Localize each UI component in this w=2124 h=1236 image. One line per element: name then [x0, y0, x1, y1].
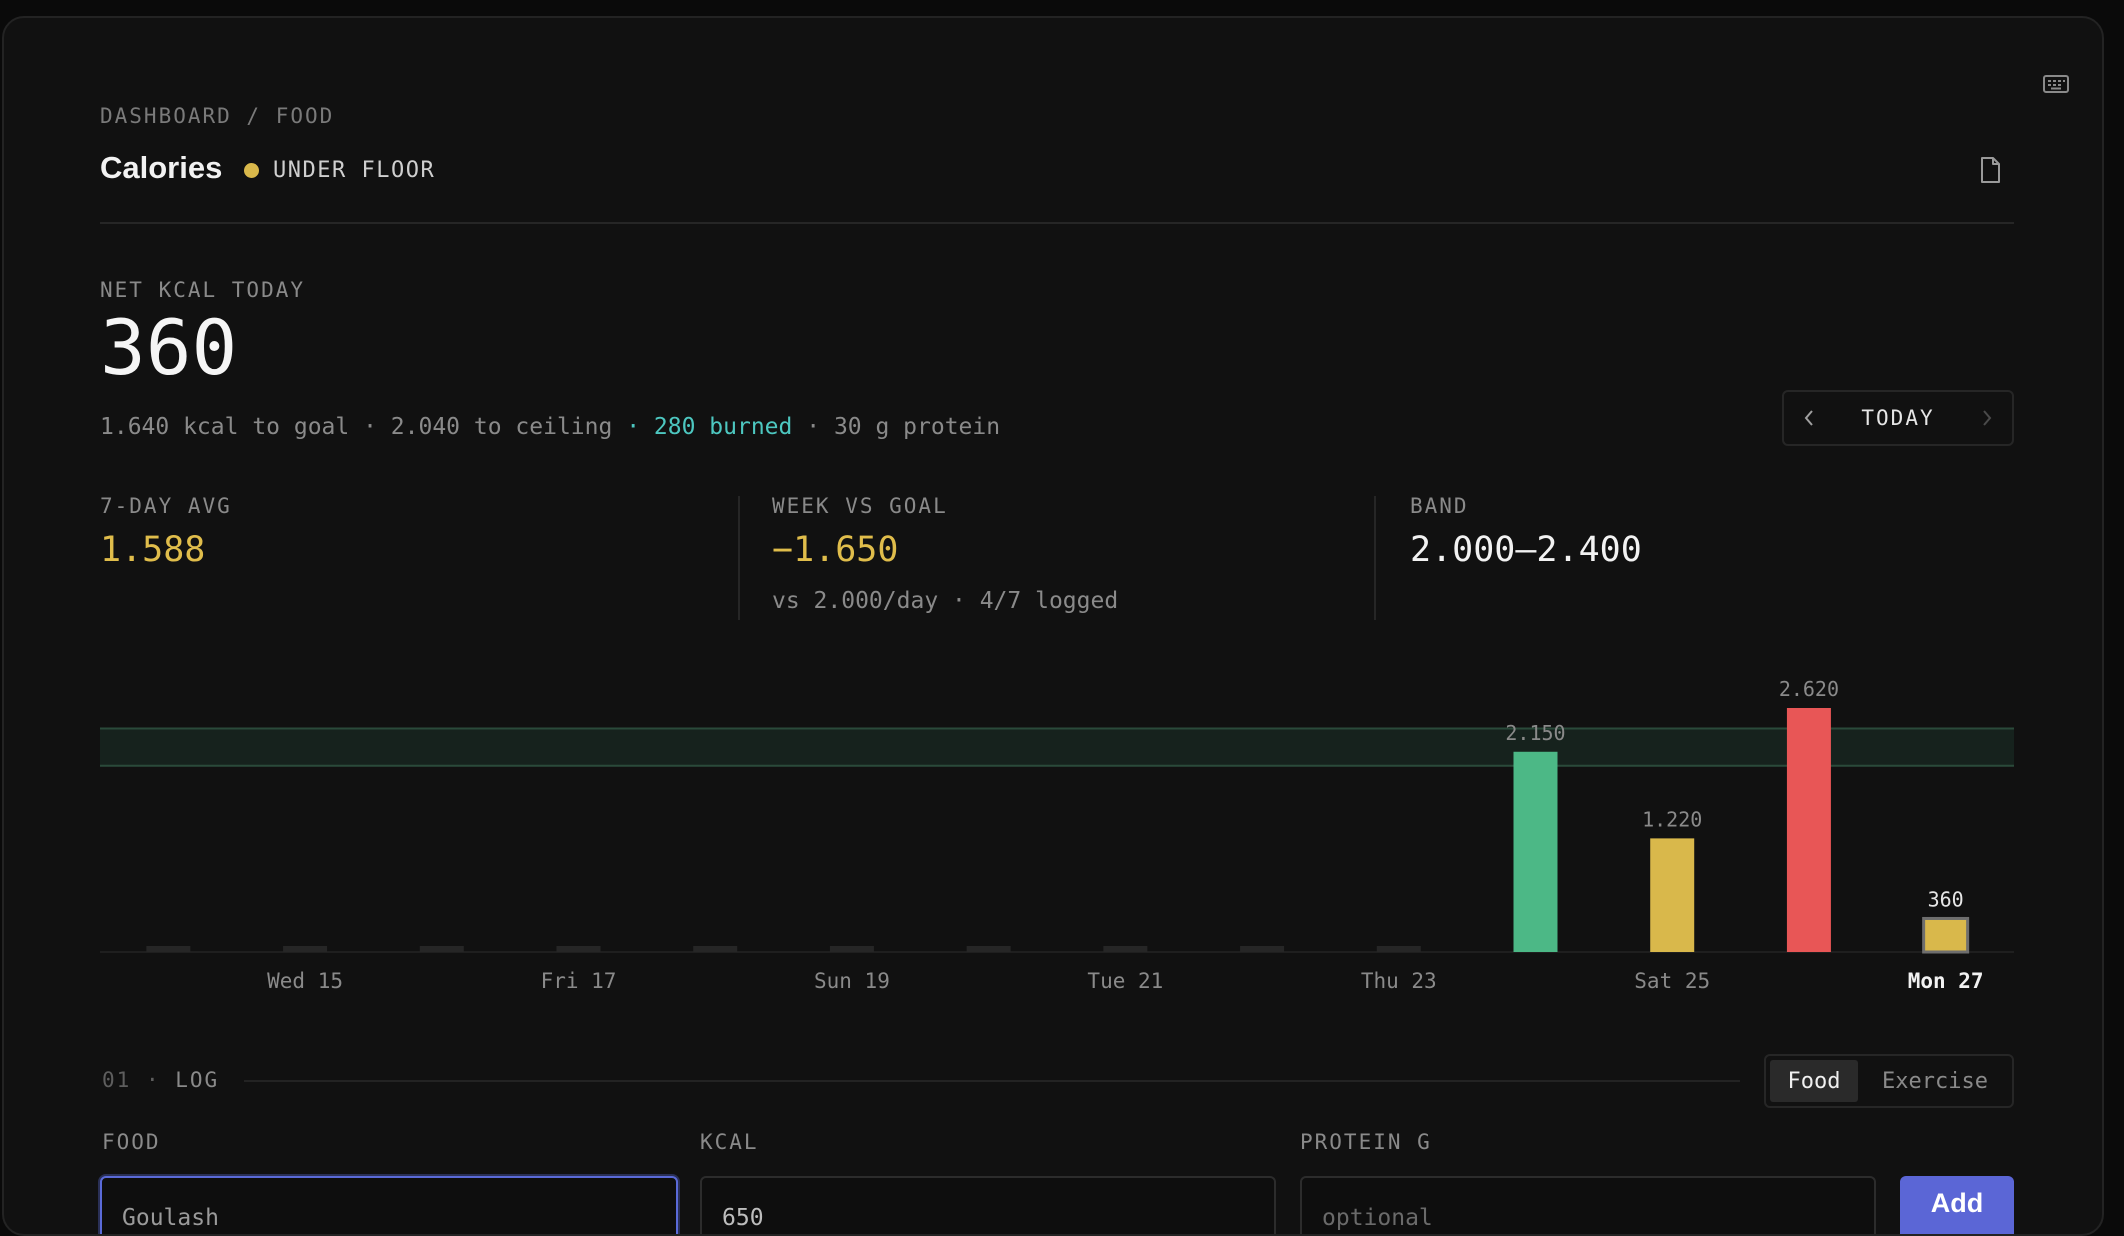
- net-kcal-value: 360: [100, 303, 238, 392]
- stat-divider: [738, 496, 740, 620]
- chart-bar-empty: [283, 946, 328, 952]
- chart-bar-empty: [829, 946, 874, 952]
- tab-exercise[interactable]: Exercise: [1862, 1060, 2008, 1102]
- protein-total: 30 g protein: [833, 414, 1001, 440]
- keyboard-icon[interactable]: [2042, 72, 2070, 96]
- chart-bar-empty: [556, 946, 601, 952]
- protein-field-label: PROTEIN G: [1300, 1130, 1432, 1154]
- stat-value: 2.000–2.400: [1410, 530, 1642, 570]
- page-title: Calories: [100, 150, 223, 185]
- stat-sub: vs 2.000/day · 4/7 logged: [772, 588, 1119, 614]
- chart-tick-label: Sun 19: [814, 969, 890, 993]
- kcal-to-goal: 1.640 kcal to goal: [100, 414, 350, 440]
- net-kcal-summary: 1.640 kcal to goal · 2.040 to ceiling · …: [100, 414, 1000, 440]
- status-badge: UNDER FLOOR: [244, 158, 435, 183]
- stat-band: BAND 2.000–2.400: [1410, 494, 1642, 570]
- chart-tick-label: Fri 17: [541, 969, 617, 993]
- log-type-toggle: Food Exercise: [1764, 1054, 2014, 1108]
- stat-divider: [1374, 496, 1376, 620]
- separator: ·: [612, 414, 654, 440]
- chevron-right-icon[interactable]: [1980, 408, 1994, 428]
- stat-7-day-avg: 7-DAY AVG 1.588: [100, 494, 232, 570]
- chart-bar: [1786, 708, 1831, 952]
- chart-bar: [1513, 751, 1558, 952]
- stat-value: −1.650: [772, 530, 899, 570]
- log-section-label: 01 · LOG: [102, 1068, 220, 1092]
- stat-label: 7-DAY AVG: [100, 494, 232, 518]
- chart-bar: [1922, 916, 1970, 954]
- stat-label: BAND: [1410, 494, 1469, 518]
- chart-bar-empty: [1240, 946, 1285, 952]
- kcal-field-label: KCAL: [700, 1130, 759, 1154]
- food-field-label: FOOD: [102, 1130, 161, 1154]
- chart-tick-label: Sat 25: [1634, 969, 1710, 993]
- chart-tick-label: Mon 27: [1908, 969, 1984, 993]
- separator: ·: [349, 414, 391, 440]
- kcal-to-ceiling: 2.040 to ceiling: [390, 414, 613, 440]
- log-divider: [244, 1080, 1740, 1082]
- chart-data-label: 2.150: [1505, 721, 1565, 745]
- chart-tick-label: Tue 21: [1087, 969, 1163, 993]
- app-window: DASHBOARD / FOOD Calories UNDER FLOOR NE…: [2, 16, 2104, 1236]
- chart-bar-empty: [146, 946, 191, 952]
- log-section-title: LOG: [175, 1068, 220, 1092]
- food-input[interactable]: [100, 1176, 678, 1234]
- stat-label: WEEK VS GOAL: [772, 494, 948, 518]
- chart-bar-empty: [419, 946, 464, 952]
- log-section-number: 01: [102, 1068, 132, 1092]
- chart-bar-empty: [693, 946, 738, 952]
- chart-bar-empty: [966, 946, 1011, 952]
- today-button[interactable]: TODAY: [1861, 406, 1934, 430]
- chevron-left-icon[interactable]: [1802, 408, 1816, 428]
- protein-input[interactable]: [1300, 1176, 1876, 1234]
- header-divider: [100, 222, 2014, 224]
- chart-data-label: 2.620: [1779, 677, 1839, 701]
- chart-bar: [1650, 838, 1695, 952]
- status-dot-icon: [244, 163, 259, 178]
- net-kcal-label: NET KCAL TODAY: [100, 278, 306, 302]
- date-navigator: TODAY: [1782, 390, 2014, 446]
- separator: ·: [792, 414, 834, 440]
- breadcrumb[interactable]: DASHBOARD / FOOD: [100, 104, 334, 128]
- stat-value: 1.588: [100, 530, 206, 570]
- status-label: UNDER FLOOR: [273, 158, 436, 183]
- stat-week-vs-goal: WEEK VS GOAL −1.650 vs 2.000/day · 4/7 l…: [772, 494, 1118, 614]
- tab-food[interactable]: Food: [1770, 1060, 1858, 1102]
- kcal-burned: 280 burned: [653, 414, 793, 440]
- kcal-input[interactable]: [700, 1176, 1276, 1234]
- add-button[interactable]: Add: [1900, 1176, 2014, 1234]
- chart-bar-empty: [1376, 946, 1421, 952]
- target-band: [100, 728, 2014, 766]
- chart-data-label: 360: [1928, 887, 1964, 911]
- document-icon[interactable]: [1978, 156, 2002, 184]
- calorie-bar-chart: 2.150 1.220 2.620 360 Wed 15 Fri 17 Sun 19 Tue …: [100, 677, 2014, 993]
- chart-tick-label: Thu 23: [1361, 969, 1437, 993]
- chart-data-label: 1.220: [1642, 807, 1702, 831]
- chart-tick-label: Wed 15: [267, 969, 343, 993]
- chart-bar-empty: [1103, 946, 1148, 952]
